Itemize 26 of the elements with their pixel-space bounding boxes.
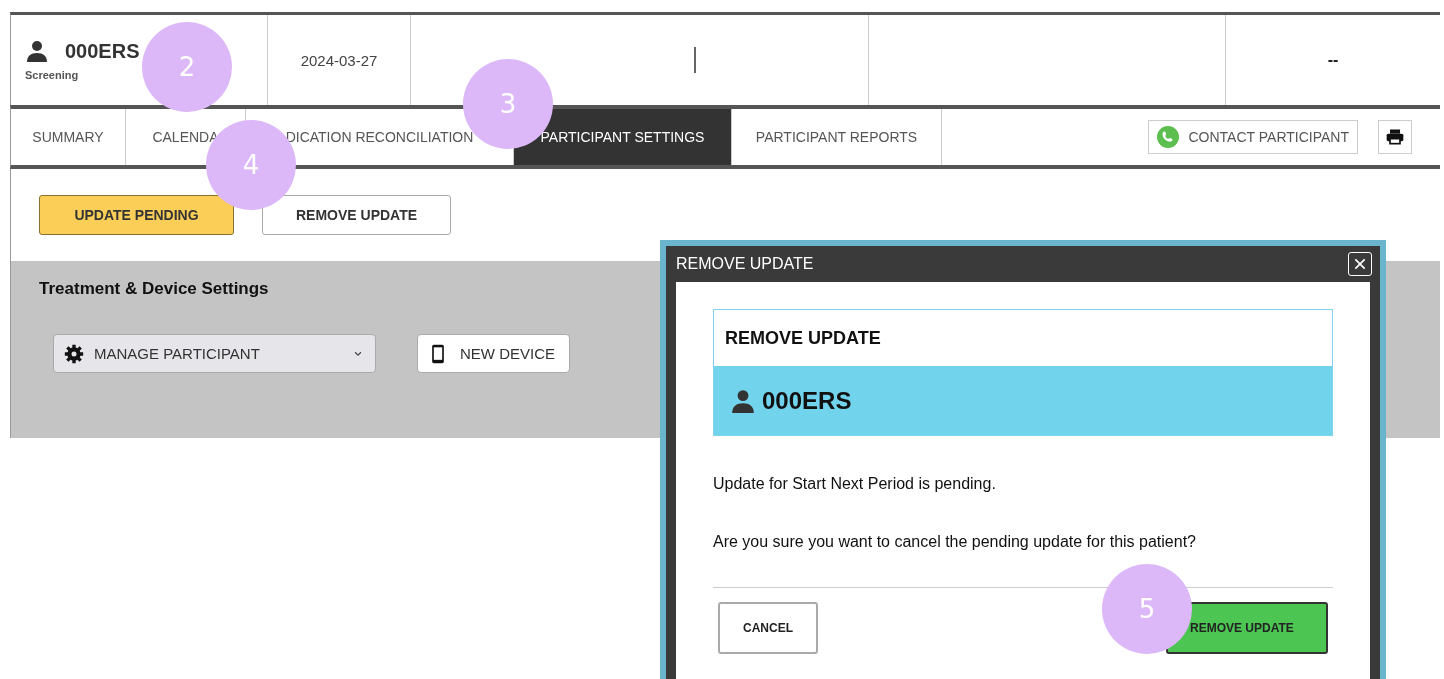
participant-id: 000ERS: [65, 39, 140, 63]
empty-value: --: [1327, 51, 1339, 69]
close-button[interactable]: [1348, 252, 1372, 276]
remove-update-button[interactable]: REMOVE UPDATE: [262, 195, 451, 235]
message-text: Are you sure you want to cancel the pending update for this patient?: [713, 533, 1197, 551]
person-icon: [25, 39, 49, 63]
close-icon: [1352, 256, 1368, 272]
new-device-button[interactable]: NEW DEVICE: [417, 334, 570, 373]
update-pending-button[interactable]: UPDATE PENDING: [39, 195, 234, 235]
callout-tooltip: 2: [142, 22, 232, 112]
cancel-button[interactable]: CANCEL: [718, 602, 818, 654]
phone-icon: [1156, 126, 1179, 148]
participant-status: Screening: [25, 69, 79, 81]
card-title: REMOVE UPDATE: [725, 327, 881, 349]
contact-participant-button[interactable]: CONTACT PARTICIPANT: [1147, 120, 1358, 154]
dialog-title: REMOVE UPDATE: [676, 255, 814, 273]
section-title: Treatment & Device Settings: [39, 279, 270, 299]
message-text: Update for Start Next Period is pending.: [713, 475, 997, 493]
printer-icon: [1385, 127, 1405, 147]
date-text: 2024-03-27: [300, 51, 378, 69]
participant-id: 000ERS: [762, 386, 852, 415]
tab[interactable]: PARTICIPANT SETTINGS: [514, 109, 732, 165]
gear-icon: [64, 343, 84, 364]
manage-participant-dropdown[interactable]: MANAGE PARTICIPANT: [53, 334, 376, 373]
print-button[interactable]: [1378, 120, 1412, 154]
person-icon: [730, 387, 756, 414]
